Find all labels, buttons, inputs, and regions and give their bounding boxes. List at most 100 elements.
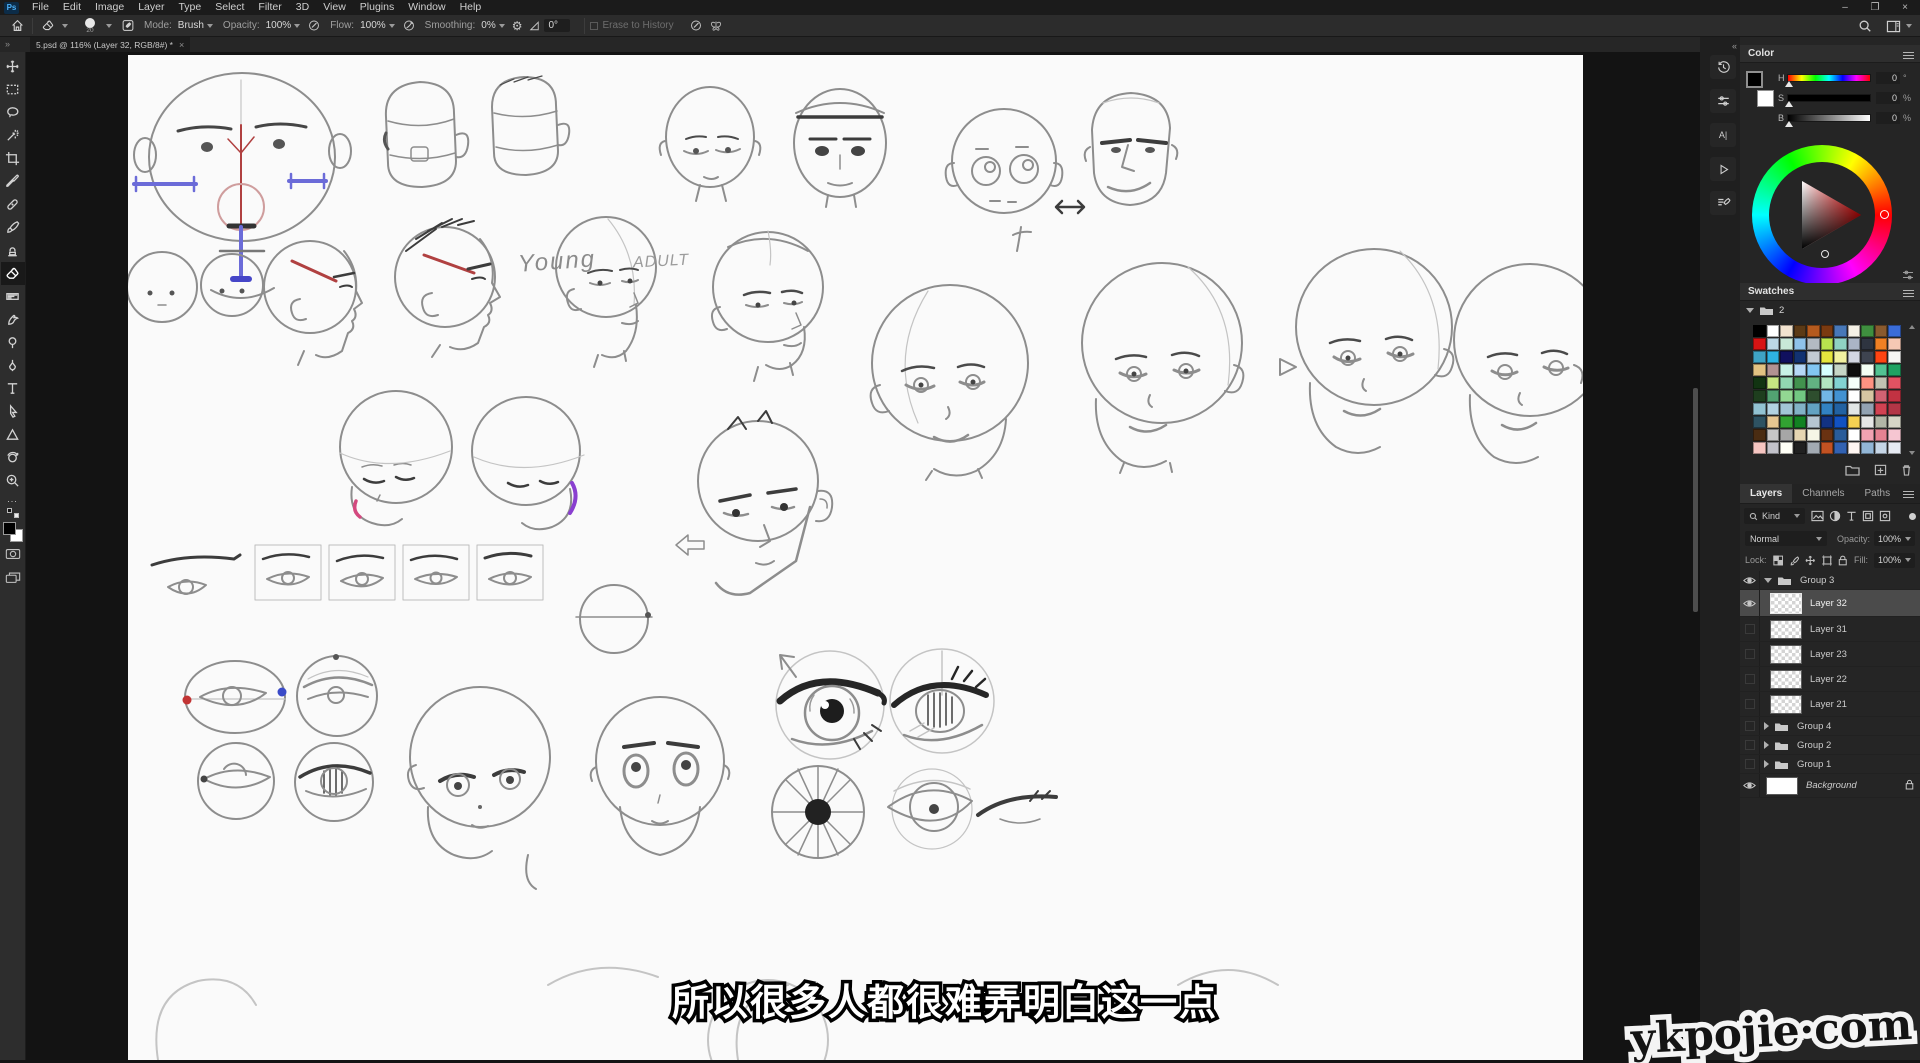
eyedropper-tool[interactable] — [1, 170, 25, 193]
lock-all-icon[interactable] — [1838, 555, 1848, 566]
layer-name[interactable]: Layer 21 — [1810, 699, 1847, 710]
background-color-swatch[interactable] — [1757, 90, 1774, 107]
brightness-slider[interactable] — [1787, 114, 1871, 122]
swatch[interactable] — [1821, 377, 1834, 389]
color-panel-header[interactable]: Color — [1740, 45, 1920, 63]
swatch[interactable] — [1875, 429, 1888, 441]
tab-paths[interactable]: Paths — [1855, 484, 1901, 503]
swatch[interactable] — [1794, 377, 1807, 389]
flow-select[interactable]: 100% — [356, 19, 399, 32]
layer-row-group-3[interactable]: Group 3 — [1740, 571, 1920, 590]
tab-channels[interactable]: Channels — [1792, 484, 1854, 503]
swatch[interactable] — [1888, 325, 1901, 337]
swatch[interactable] — [1848, 429, 1861, 441]
lasso-tool[interactable] — [1, 101, 25, 124]
document-canvas[interactable]: Young ADULT — [128, 55, 1583, 1060]
color-wheel[interactable] — [1752, 145, 1892, 285]
swatch[interactable] — [1861, 364, 1874, 376]
swatch[interactable] — [1767, 390, 1780, 402]
tab-overflow-chevrons[interactable]: » — [5, 39, 10, 49]
swatch[interactable] — [1848, 351, 1861, 363]
swatch[interactable] — [1807, 403, 1820, 415]
foreground-color-swatch[interactable] — [1746, 71, 1763, 88]
swatch[interactable] — [1821, 429, 1834, 441]
menu-layer[interactable]: Layer — [131, 0, 171, 15]
zoom-tool[interactable] — [1, 469, 25, 492]
character-panel-icon[interactable]: A| — [1710, 123, 1736, 147]
new-swatch-icon[interactable] — [1874, 463, 1887, 481]
layer-row-group-2[interactable]: Group 2 — [1740, 736, 1920, 755]
swatch[interactable] — [1888, 403, 1901, 415]
erase-to-history-checkbox[interactable] — [590, 22, 598, 30]
filter-pixel-layers-icon[interactable] — [1811, 510, 1824, 522]
swatch[interactable] — [1794, 325, 1807, 337]
airbrush-icon[interactable] — [399, 16, 419, 36]
swatch[interactable] — [1794, 351, 1807, 363]
swatch[interactable] — [1753, 390, 1766, 402]
swatch[interactable] — [1834, 364, 1847, 376]
visibility-toggle-empty[interactable] — [1740, 755, 1760, 773]
visibility-toggle-empty[interactable] — [1740, 617, 1760, 641]
brush-panel-toggle-icon[interactable] — [118, 16, 138, 36]
swatch[interactable] — [1753, 442, 1766, 454]
healing-brush-tool[interactable] — [1, 193, 25, 216]
visibility-eye-icon[interactable] — [1740, 774, 1760, 797]
swatch[interactable] — [1861, 390, 1874, 402]
swatch[interactable] — [1861, 351, 1874, 363]
type-tool[interactable] — [1, 377, 25, 400]
swatch[interactable] — [1848, 442, 1861, 454]
swatch[interactable] — [1780, 364, 1793, 376]
swatch[interactable] — [1767, 429, 1780, 441]
menu-filter[interactable]: Filter — [251, 0, 288, 15]
swatch[interactable] — [1753, 325, 1766, 337]
chevron-down-icon[interactable] — [1746, 308, 1754, 313]
layer-name[interactable]: Layer 32 — [1810, 598, 1847, 609]
layer-thumbnail[interactable] — [1766, 777, 1798, 795]
filter-toggle-icon[interactable] — [1909, 513, 1916, 520]
swatch[interactable] — [1875, 351, 1888, 363]
swatch[interactable] — [1780, 338, 1793, 350]
swatch[interactable] — [1780, 442, 1793, 454]
swatch[interactable] — [1821, 442, 1834, 454]
swatches-scrollbar[interactable] — [1908, 325, 1916, 455]
clone-stamp-tool[interactable] — [1, 239, 25, 262]
swatch[interactable] — [1794, 364, 1807, 376]
layer-name[interactable]: Group 3 — [1800, 575, 1834, 586]
swatch[interactable] — [1888, 416, 1901, 428]
panel-menu-icon[interactable] — [1903, 489, 1914, 500]
group-expand-chevron-right[interactable] — [1764, 759, 1789, 770]
swatch[interactable] — [1834, 416, 1847, 428]
blend-mode-select[interactable]: Normal — [1745, 531, 1827, 546]
menu-select[interactable]: Select — [208, 0, 251, 15]
swatch[interactable] — [1875, 442, 1888, 454]
brush-size-preview[interactable]: 20 — [80, 18, 100, 34]
swatch[interactable] — [1834, 429, 1847, 441]
swatch[interactable] — [1794, 403, 1807, 415]
layer-thumbnail[interactable] — [1770, 593, 1802, 614]
layers-opacity-field[interactable]: 100% — [1874, 531, 1915, 546]
swatch[interactable] — [1834, 403, 1847, 415]
menu-3d[interactable]: 3D — [289, 0, 316, 15]
lock-position-icon[interactable] — [1805, 555, 1815, 566]
swatch[interactable] — [1807, 442, 1820, 454]
swatch[interactable] — [1794, 442, 1807, 454]
swatch[interactable] — [1848, 364, 1861, 376]
swatch[interactable] — [1807, 351, 1820, 363]
swatch[interactable] — [1875, 390, 1888, 402]
swatch[interactable] — [1753, 429, 1766, 441]
swatch[interactable] — [1848, 416, 1861, 428]
dodge-tool[interactable] — [1, 331, 25, 354]
swatch[interactable] — [1807, 364, 1820, 376]
pen-tool[interactable] — [1, 354, 25, 377]
smoothing-select[interactable]: 0% — [477, 19, 508, 32]
swatch[interactable] — [1780, 390, 1793, 402]
layer-row-layer-31[interactable]: Layer 31 — [1740, 617, 1920, 642]
smudge-tool[interactable] — [1, 308, 25, 331]
visibility-eye-icon[interactable] — [1740, 571, 1760, 589]
layer-thumbnail[interactable] — [1770, 620, 1802, 639]
smoothing-options-gear-icon[interactable]: ⚙ — [509, 16, 526, 36]
swatch[interactable] — [1888, 351, 1901, 363]
swatch[interactable] — [1875, 338, 1888, 350]
swatch[interactable] — [1875, 325, 1888, 337]
swatch[interactable] — [1861, 377, 1874, 389]
